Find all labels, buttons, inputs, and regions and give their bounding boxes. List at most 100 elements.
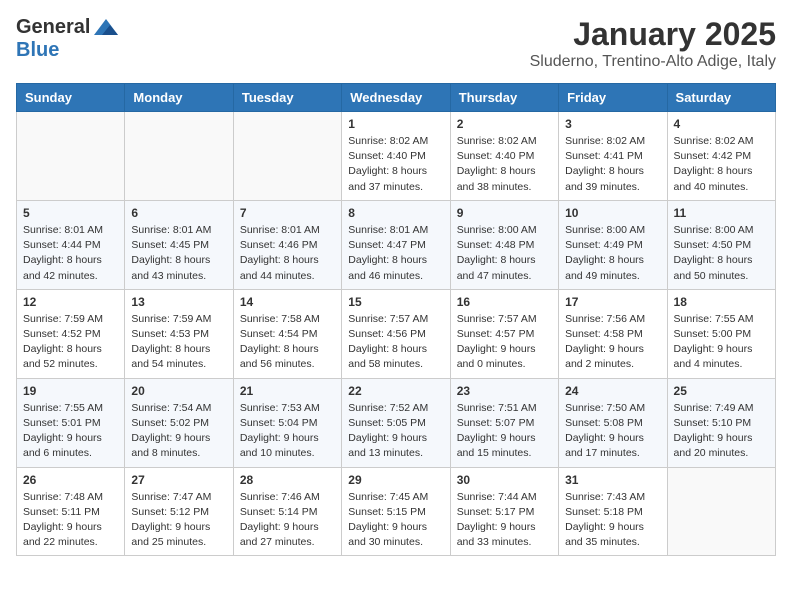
day-info: Sunrise: 7:53 AM Sunset: 5:04 PM Dayligh…: [240, 401, 335, 462]
sunrise-text: Sunrise: 7:58 AM: [240, 313, 320, 325]
calendar-cell: 15 Sunrise: 7:57 AM Sunset: 4:56 PM Dayl…: [342, 289, 450, 378]
day-info: Sunrise: 8:01 AM Sunset: 4:45 PM Dayligh…: [131, 223, 226, 284]
day-number: 14: [240, 295, 335, 309]
day-number: 4: [674, 117, 769, 131]
sunset-text: Sunset: 4:47 PM: [348, 239, 426, 251]
sunset-text: Sunset: 4:58 PM: [565, 328, 643, 340]
daylight-text: Daylight: 8 hours and 58 minutes.: [348, 343, 427, 370]
day-number: 18: [674, 295, 769, 309]
weekday-header: Thursday: [450, 84, 558, 112]
daylight-text: Daylight: 8 hours and 38 minutes.: [457, 165, 536, 192]
calendar-cell: 31 Sunrise: 7:43 AM Sunset: 5:18 PM Dayl…: [559, 467, 667, 556]
sunset-text: Sunset: 5:02 PM: [131, 417, 209, 429]
day-info: Sunrise: 7:57 AM Sunset: 4:56 PM Dayligh…: [348, 312, 443, 373]
calendar-cell: [17, 112, 125, 201]
day-number: 28: [240, 473, 335, 487]
sunset-text: Sunset: 4:48 PM: [457, 239, 535, 251]
day-number: 26: [23, 473, 118, 487]
sunset-text: Sunset: 4:50 PM: [674, 239, 752, 251]
day-info: Sunrise: 7:47 AM Sunset: 5:12 PM Dayligh…: [131, 490, 226, 551]
daylight-text: Daylight: 9 hours and 22 minutes.: [23, 521, 102, 548]
day-info: Sunrise: 7:51 AM Sunset: 5:07 PM Dayligh…: [457, 401, 552, 462]
sunrise-text: Sunrise: 7:48 AM: [23, 491, 103, 503]
sunrise-text: Sunrise: 7:59 AM: [131, 313, 211, 325]
day-number: 8: [348, 206, 443, 220]
day-info: Sunrise: 7:43 AM Sunset: 5:18 PM Dayligh…: [565, 490, 660, 551]
daylight-text: Daylight: 8 hours and 56 minutes.: [240, 343, 319, 370]
sunrise-text: Sunrise: 8:00 AM: [674, 224, 754, 236]
sunrise-text: Sunrise: 8:01 AM: [348, 224, 428, 236]
daylight-text: Daylight: 8 hours and 44 minutes.: [240, 254, 319, 281]
day-number: 1: [348, 117, 443, 131]
weekday-header: Wednesday: [342, 84, 450, 112]
calendar-cell: 14 Sunrise: 7:58 AM Sunset: 4:54 PM Dayl…: [233, 289, 341, 378]
day-number: 2: [457, 117, 552, 131]
day-info: Sunrise: 7:49 AM Sunset: 5:10 PM Dayligh…: [674, 401, 769, 462]
calendar-week-row: 5 Sunrise: 8:01 AM Sunset: 4:44 PM Dayli…: [17, 200, 776, 289]
day-info: Sunrise: 8:02 AM Sunset: 4:40 PM Dayligh…: [457, 134, 552, 195]
sunrise-text: Sunrise: 7:57 AM: [457, 313, 537, 325]
sunrise-text: Sunrise: 7:53 AM: [240, 402, 320, 414]
calendar-cell: 3 Sunrise: 8:02 AM Sunset: 4:41 PM Dayli…: [559, 112, 667, 201]
calendar-cell: 29 Sunrise: 7:45 AM Sunset: 5:15 PM Dayl…: [342, 467, 450, 556]
daylight-text: Daylight: 9 hours and 0 minutes.: [457, 343, 536, 370]
day-info: Sunrise: 8:01 AM Sunset: 4:47 PM Dayligh…: [348, 223, 443, 284]
day-info: Sunrise: 8:00 AM Sunset: 4:48 PM Dayligh…: [457, 223, 552, 284]
calendar-cell: 12 Sunrise: 7:59 AM Sunset: 4:52 PM Dayl…: [17, 289, 125, 378]
calendar-cell: [667, 467, 775, 556]
daylight-text: Daylight: 8 hours and 37 minutes.: [348, 165, 427, 192]
day-info: Sunrise: 7:56 AM Sunset: 4:58 PM Dayligh…: [565, 312, 660, 373]
sunrise-text: Sunrise: 8:02 AM: [348, 135, 428, 147]
day-info: Sunrise: 8:02 AM Sunset: 4:41 PM Dayligh…: [565, 134, 660, 195]
daylight-text: Daylight: 9 hours and 4 minutes.: [674, 343, 753, 370]
daylight-text: Daylight: 9 hours and 8 minutes.: [131, 432, 210, 459]
day-info: Sunrise: 8:01 AM Sunset: 4:46 PM Dayligh…: [240, 223, 335, 284]
calendar-cell: 8 Sunrise: 8:01 AM Sunset: 4:47 PM Dayli…: [342, 200, 450, 289]
sunset-text: Sunset: 5:04 PM: [240, 417, 318, 429]
calendar-cell: 30 Sunrise: 7:44 AM Sunset: 5:17 PM Dayl…: [450, 467, 558, 556]
sunrise-text: Sunrise: 8:02 AM: [457, 135, 537, 147]
calendar-week-row: 26 Sunrise: 7:48 AM Sunset: 5:11 PM Dayl…: [17, 467, 776, 556]
day-number: 17: [565, 295, 660, 309]
sunrise-text: Sunrise: 8:00 AM: [565, 224, 645, 236]
daylight-text: Daylight: 8 hours and 49 minutes.: [565, 254, 644, 281]
day-info: Sunrise: 8:01 AM Sunset: 4:44 PM Dayligh…: [23, 223, 118, 284]
sunset-text: Sunset: 5:08 PM: [565, 417, 643, 429]
location-title: Sluderno, Trentino-Alto Adige, Italy: [530, 53, 776, 71]
day-info: Sunrise: 8:02 AM Sunset: 4:40 PM Dayligh…: [348, 134, 443, 195]
sunrise-text: Sunrise: 8:00 AM: [457, 224, 537, 236]
daylight-text: Daylight: 8 hours and 52 minutes.: [23, 343, 102, 370]
sunrise-text: Sunrise: 7:52 AM: [348, 402, 428, 414]
sunset-text: Sunset: 5:00 PM: [674, 328, 752, 340]
calendar-cell: 13 Sunrise: 7:59 AM Sunset: 4:53 PM Dayl…: [125, 289, 233, 378]
sunset-text: Sunset: 5:05 PM: [348, 417, 426, 429]
daylight-text: Daylight: 8 hours and 54 minutes.: [131, 343, 210, 370]
daylight-text: Daylight: 8 hours and 40 minutes.: [674, 165, 753, 192]
sunrise-text: Sunrise: 8:01 AM: [23, 224, 103, 236]
sunset-text: Sunset: 4:52 PM: [23, 328, 101, 340]
title-block: January 2025 Sluderno, Trentino-Alto Adi…: [530, 16, 776, 71]
sunrise-text: Sunrise: 7:51 AM: [457, 402, 537, 414]
calendar-cell: 20 Sunrise: 7:54 AM Sunset: 5:02 PM Dayl…: [125, 378, 233, 467]
logo-general-text: General: [16, 16, 90, 39]
day-number: 13: [131, 295, 226, 309]
sunset-text: Sunset: 5:14 PM: [240, 506, 318, 518]
day-info: Sunrise: 8:00 AM Sunset: 4:50 PM Dayligh…: [674, 223, 769, 284]
calendar-cell: 28 Sunrise: 7:46 AM Sunset: 5:14 PM Dayl…: [233, 467, 341, 556]
sunset-text: Sunset: 4:45 PM: [131, 239, 209, 251]
daylight-text: Daylight: 8 hours and 42 minutes.: [23, 254, 102, 281]
calendar-table: SundayMondayTuesdayWednesdayThursdayFrid…: [16, 83, 776, 556]
sunset-text: Sunset: 4:40 PM: [457, 150, 535, 162]
day-info: Sunrise: 7:54 AM Sunset: 5:02 PM Dayligh…: [131, 401, 226, 462]
daylight-text: Daylight: 9 hours and 35 minutes.: [565, 521, 644, 548]
calendar-week-row: 1 Sunrise: 8:02 AM Sunset: 4:40 PM Dayli…: [17, 112, 776, 201]
calendar-week-row: 19 Sunrise: 7:55 AM Sunset: 5:01 PM Dayl…: [17, 378, 776, 467]
sunrise-text: Sunrise: 8:02 AM: [674, 135, 754, 147]
sunset-text: Sunset: 5:11 PM: [23, 506, 100, 518]
day-number: 6: [131, 206, 226, 220]
calendar-cell: 24 Sunrise: 7:50 AM Sunset: 5:08 PM Dayl…: [559, 378, 667, 467]
calendar-cell: 26 Sunrise: 7:48 AM Sunset: 5:11 PM Dayl…: [17, 467, 125, 556]
calendar-cell: 1 Sunrise: 8:02 AM Sunset: 4:40 PM Dayli…: [342, 112, 450, 201]
day-number: 31: [565, 473, 660, 487]
calendar-cell: 11 Sunrise: 8:00 AM Sunset: 4:50 PM Dayl…: [667, 200, 775, 289]
